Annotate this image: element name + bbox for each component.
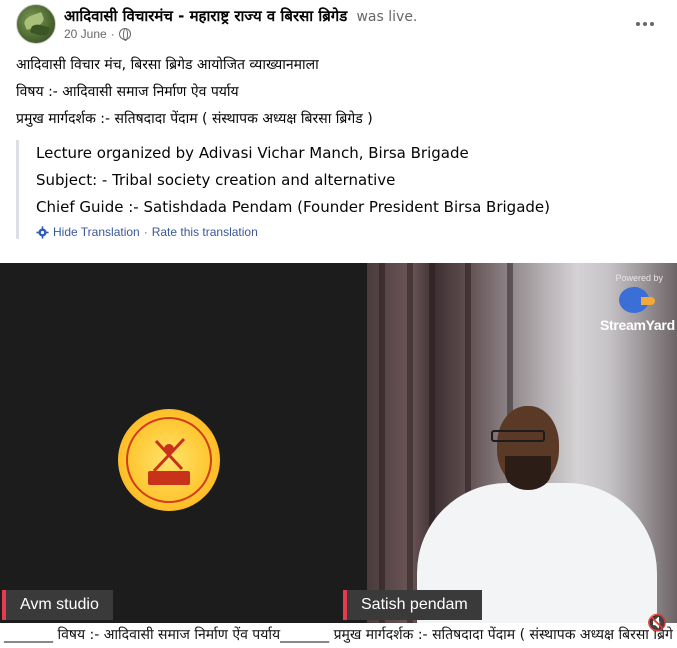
post-body: आदिवासी विचार मंच, बिरसा ब्रिगेड आयोजित … [16, 52, 373, 133]
left-video-pane: Avm studio [0, 263, 367, 648]
translation-line: Subject: - Tribal society creation and a… [36, 171, 396, 189]
post-meta: 20 June · [64, 27, 131, 41]
post-line: आदिवासी विचार मंच, बिरसा ब्रिगेड आयोजित … [16, 57, 319, 73]
translation-actions: Hide Translation · Rate this translation [36, 225, 656, 239]
translation-block: Lecture organized by Adivasi Vichar Manc… [16, 140, 656, 239]
page-avatar[interactable] [16, 4, 56, 44]
page-name-link[interactable]: आदिवासी विचारमंच - महाराष्ट्र राज्य व बि… [64, 7, 347, 25]
translation-line: Chief Guide :- Satishdada Pendam (Founde… [36, 198, 550, 216]
translation-separator: · [143, 225, 148, 239]
globe-icon[interactable] [118, 28, 131, 41]
gear-icon [36, 225, 49, 239]
hide-translation-link[interactable]: Hide Translation [53, 225, 140, 239]
translation-line: Lecture organized by Adivasi Vichar Manc… [36, 144, 469, 162]
post-line: विषय :- आदिवासी समाज निर्माण ऐव पर्याय [16, 84, 239, 100]
live-status: was live. [356, 9, 418, 25]
meta-separator: · [110, 27, 115, 41]
rate-translation-link[interactable]: Rate this translation [152, 225, 258, 239]
watermark-powered: Powered by [615, 273, 663, 283]
left-name-tag: Avm studio [2, 590, 113, 620]
more-options-icon[interactable] [633, 12, 657, 36]
post-date[interactable]: 20 June [64, 27, 107, 41]
post-header: आदिवासी विचारमंच - महाराष्ट्र राज्य व बि… [0, 0, 677, 50]
mute-icon[interactable]: 🔇 [647, 613, 667, 633]
watermark-brand: StreamYard [600, 317, 675, 333]
avm-logo [118, 409, 220, 511]
live-video-player[interactable]: Avm studio Satish pendam Powered by Stre… [0, 263, 677, 648]
ticker-bar: _______ विषय :- आदिवासी समाज निर्माण ऐंव… [0, 623, 677, 648]
right-name-tag: Satish pendam [343, 590, 482, 620]
page-name-line: आदिवासी विचारमंच - महाराष्ट्र राज्य व बि… [64, 6, 417, 26]
streamyard-watermark: Powered by StreamYard [597, 273, 677, 333]
post-line: प्रमुख मार्गदर्शक :- सतिषदादा पेंदाम ( स… [16, 111, 373, 127]
